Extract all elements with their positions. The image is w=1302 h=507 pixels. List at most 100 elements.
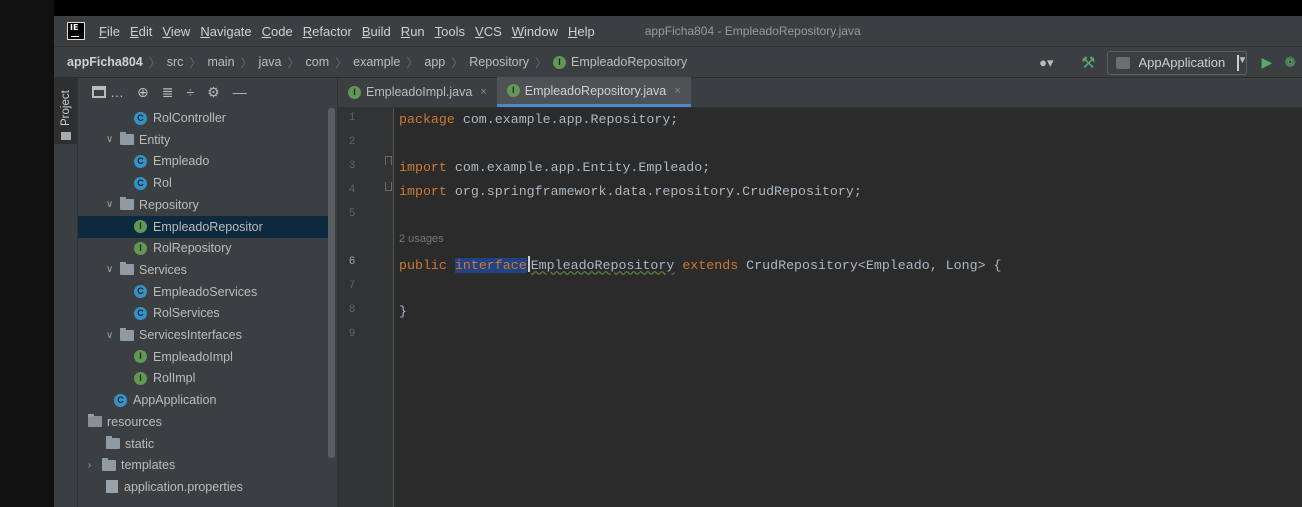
line-number: 5 — [348, 208, 356, 220]
spring-class-icon: C — [114, 393, 127, 407]
hide-panel-icon[interactable]: — — [233, 84, 247, 100]
chevron-down-icon[interactable]: ∨ — [106, 134, 120, 145]
fold-import-end-icon[interactable] — [385, 182, 392, 191]
code-line-6: public interface EmpleadoRepository exten… — [399, 256, 1002, 273]
code-editor[interactable]: 1 2 3 4 5 6 7 8 9 package com.example.app.Reposi… — [338, 108, 1302, 507]
tree-item-resources[interactable]: resources — [78, 411, 328, 433]
keyword-extends: extends — [682, 258, 739, 273]
run-configuration-select[interactable]: AppApplication ▼ — [1107, 50, 1248, 75]
tree-item-label: Services — [139, 262, 187, 277]
project-tool-tab[interactable]: Project — [54, 78, 77, 144]
more-options-icon[interactable]: … — [110, 84, 124, 100]
project-panel-toolbar: … ⊕ ≣ ÷ ⚙ — — [78, 78, 337, 106]
chevron-down-icon[interactable]: ∨ — [106, 264, 120, 275]
breadcrumb-item[interactable]: Repository — [469, 55, 529, 69]
user-icon[interactable]: ●▾ — [1039, 55, 1063, 71]
tree-item-templates[interactable]: › templates — [78, 454, 328, 476]
close-icon[interactable]: × — [480, 86, 486, 98]
build-hammer-icon[interactable]: ⚒ — [1081, 53, 1095, 73]
breadcrumb-item[interactable]: app — [424, 55, 445, 69]
gear-icon[interactable]: ⚙ — [207, 84, 220, 101]
tab-empleadorepository[interactable]: I EmpleadoRepository.java × — [496, 77, 691, 107]
properties-file-icon — [106, 480, 118, 494]
tree-item-label: Repository — [139, 197, 199, 212]
tree-item-label: resources — [107, 414, 162, 429]
expand-all-icon[interactable]: ≣ — [162, 84, 174, 101]
tree-item-rolcontroller[interactable]: C RolController — [78, 107, 328, 129]
breadcrumb-item[interactable]: src — [167, 55, 184, 69]
top-margin — [54, 0, 1302, 16]
tree-item-entity[interactable]: ∨ Entity — [78, 129, 328, 151]
text-caret — [527, 256, 530, 272]
tree-item-empleadoimpl[interactable]: I EmpleadoImpl — [78, 346, 328, 368]
interface-icon: I — [134, 371, 147, 385]
tree-item-label: EmpleadoImpl — [153, 349, 233, 364]
tree-item-label: templates — [121, 458, 176, 473]
locate-file-icon[interactable]: ⊕ — [137, 84, 149, 101]
class-icon: C — [134, 306, 147, 320]
breadcrumb-item[interactable]: appFicha804 — [67, 55, 143, 69]
usages-inlay-hint[interactable]: 2 usages — [399, 233, 444, 245]
tree-item-services[interactable]: ∨ Services — [78, 259, 328, 281]
debug-bug-icon[interactable]: ❁ — [1284, 54, 1296, 71]
folder-icon — [106, 436, 120, 449]
tree-item-empleadorepositor[interactable]: I EmpleadoRepositor — [78, 215, 328, 238]
tree-item-label: AppApplication — [133, 393, 217, 408]
menu-item-vcs[interactable]: VCS — [475, 24, 502, 39]
folder-icon — [120, 262, 134, 276]
menu-item-window[interactable]: Window — [512, 24, 558, 39]
breadcrumb-item[interactable]: java — [259, 55, 282, 69]
tree-item-rol[interactable]: C Rol — [78, 172, 328, 194]
line-number: 6 — [348, 256, 356, 268]
package-name: com.example.app.Repository; — [454, 112, 679, 127]
tree-item-servicesinterfaces[interactable]: ∨ ServicesInterfaces — [78, 324, 328, 346]
tree-item-empleado[interactable]: C Empleado — [78, 150, 328, 172]
breadcrumb-item[interactable]: I EmpleadoRepository — [553, 55, 687, 70]
menu-item-navigate[interactable]: Navigate — [200, 24, 251, 39]
fold-import-icon[interactable] — [385, 156, 392, 165]
breadcrumb-item[interactable]: com — [306, 55, 330, 69]
tree-item-rolservices[interactable]: C RolServices — [78, 302, 328, 324]
run-icon[interactable]: ▶ — [1261, 54, 1272, 71]
project-scrollbar[interactable] — [328, 108, 335, 458]
menu-item-view[interactable]: View — [162, 24, 190, 39]
menu-item-refactor[interactable]: Refactor — [303, 24, 352, 39]
breadcrumb-item[interactable]: main — [207, 55, 234, 69]
folder-icon — [61, 132, 71, 140]
class-icon: C — [134, 176, 147, 190]
left-margin — [0, 0, 54, 507]
tab-empleadoimpl[interactable]: I EmpleadoImpl.java × — [338, 77, 497, 107]
keyword-import: import — [399, 184, 447, 199]
menu-item-run[interactable]: Run — [401, 24, 425, 39]
breadcrumb-separator: 〉 — [189, 55, 202, 70]
view-mode-icon[interactable] — [92, 86, 106, 98]
tree-item-rolrepository[interactable]: I RolRepository — [78, 237, 328, 259]
import-path: org.springframework.data.repository.Crud… — [446, 184, 862, 199]
menu-item-file[interactable]: File — [99, 24, 120, 39]
menu-item-help[interactable]: Help — [568, 24, 595, 39]
close-icon[interactable]: × — [674, 85, 680, 97]
menu-items: File Edit View Navigate Code Refactor Build Run… — [99, 24, 605, 39]
chevron-down-icon[interactable]: ∨ — [106, 330, 120, 341]
keyword-import: import — [399, 160, 447, 175]
breadcrumb-item[interactable]: example — [353, 55, 400, 69]
tree-item-empleadoservices[interactable]: C EmpleadoServices — [78, 281, 328, 303]
folder-icon — [102, 457, 116, 471]
tree-item-application.properties[interactable]: application.properties — [78, 476, 328, 498]
interface-icon: I — [348, 85, 361, 99]
interface-icon: I — [134, 241, 147, 255]
tree-item-label: ServicesInterfaces — [139, 328, 242, 342]
tree-item-rolimpl[interactable]: I RolImpl — [78, 367, 328, 389]
menu-item-build[interactable]: Build — [362, 24, 391, 39]
tree-item-repository[interactable]: ∨ Repository — [78, 194, 328, 216]
breadcrumb-separator: 〉 — [240, 55, 253, 70]
tree-item-static[interactable]: static — [78, 433, 328, 455]
interface-icon: I — [553, 56, 567, 70]
menu-item-tools[interactable]: Tools — [435, 24, 465, 39]
collapse-all-icon[interactable]: ÷ — [186, 84, 194, 100]
chevron-right-icon[interactable]: › — [88, 460, 102, 471]
tree-item-appapplication[interactable]: C AppApplication — [78, 389, 328, 411]
menu-item-edit[interactable]: Edit — [130, 24, 152, 39]
menu-item-code[interactable]: Code — [262, 24, 293, 39]
chevron-down-icon[interactable]: ∨ — [106, 199, 120, 210]
